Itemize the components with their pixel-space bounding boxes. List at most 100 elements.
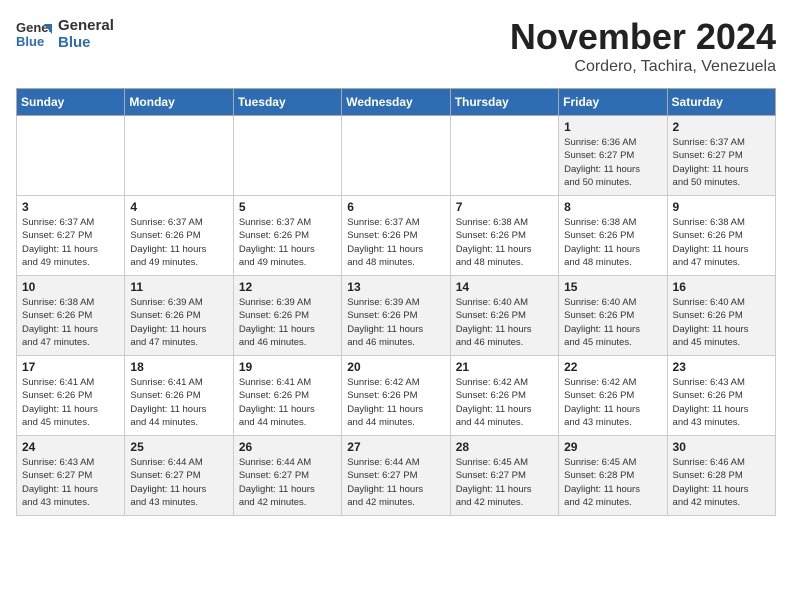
header-monday: Monday <box>125 89 233 116</box>
calendar-cell: 28Sunrise: 6:45 AM Sunset: 6:27 PM Dayli… <box>450 436 558 516</box>
day-number: 21 <box>456 360 553 374</box>
calendar-cell <box>450 116 558 196</box>
calendar-cell <box>125 116 233 196</box>
day-number: 24 <box>22 440 119 454</box>
day-info: Sunrise: 6:39 AM Sunset: 6:26 PM Dayligh… <box>347 296 444 349</box>
calendar-cell: 30Sunrise: 6:46 AM Sunset: 6:28 PM Dayli… <box>667 436 775 516</box>
day-number: 16 <box>673 280 770 294</box>
day-info: Sunrise: 6:42 AM Sunset: 6:26 PM Dayligh… <box>564 376 661 429</box>
logo-icon: General Blue <box>16 16 52 52</box>
day-number: 10 <box>22 280 119 294</box>
day-info: Sunrise: 6:37 AM Sunset: 6:26 PM Dayligh… <box>130 216 227 269</box>
day-info: Sunrise: 6:44 AM Sunset: 6:27 PM Dayligh… <box>347 456 444 509</box>
calendar-cell: 14Sunrise: 6:40 AM Sunset: 6:26 PM Dayli… <box>450 276 558 356</box>
header-row: SundayMondayTuesdayWednesdayThursdayFrid… <box>17 89 776 116</box>
week-row-1: 1 Sunrise: 6:36 AM Sunset: 6:27 PM Daylig… <box>17 116 776 196</box>
calendar-cell: 25 Sunrise: 6:44 AM Sunset: 6:27 PM Dayli… <box>125 436 233 516</box>
calendar-cell: 2 Sunrise: 6:37 AM Sunset: 6:27 PM Daylig… <box>667 116 775 196</box>
day-info: Sunrise: 6:37 AM Sunset: 6:27 PM Dayligh… <box>22 216 119 269</box>
day-info: Sunrise: 6:43 AM Sunset: 6:26 PM Dayligh… <box>673 376 770 429</box>
day-number: 22 <box>564 360 661 374</box>
calendar-cell: 24 Sunrise: 6:43 AM Sunset: 6:27 PM Dayli… <box>17 436 125 516</box>
header-saturday: Saturday <box>667 89 775 116</box>
calendar-cell <box>233 116 341 196</box>
day-number: 9 <box>673 200 770 214</box>
calendar-table: SundayMondayTuesdayWednesdayThursdayFrid… <box>16 88 776 516</box>
logo-blue: Blue <box>58 34 114 51</box>
day-number: 19 <box>239 360 336 374</box>
day-number: 1 <box>564 120 661 134</box>
calendar-cell: 7 Sunrise: 6:38 AM Sunset: 6:26 PM Daylig… <box>450 196 558 276</box>
calendar-cell: 29 Sunrise: 6:45 AM Sunset: 6:28 PM Dayli… <box>559 436 667 516</box>
header-tuesday: Tuesday <box>233 89 341 116</box>
day-number: 11 <box>130 280 227 294</box>
calendar-cell: 22 Sunrise: 6:42 AM Sunset: 6:26 PM Dayli… <box>559 356 667 436</box>
location-subtitle: Cordero, Tachira, Venezuela <box>510 58 776 76</box>
week-row-2: 3 Sunrise: 6:37 AM Sunset: 6:27 PM Daylig… <box>17 196 776 276</box>
calendar-cell: 11Sunrise: 6:39 AM Sunset: 6:26 PM Dayli… <box>125 276 233 356</box>
day-number: 8 <box>564 200 661 214</box>
day-info: Sunrise: 6:36 AM Sunset: 6:27 PM Dayligh… <box>564 136 661 189</box>
day-info: Sunrise: 6:37 AM Sunset: 6:26 PM Dayligh… <box>239 216 336 269</box>
calendar-cell: 27Sunrise: 6:44 AM Sunset: 6:27 PM Dayli… <box>342 436 450 516</box>
day-info: Sunrise: 6:44 AM Sunset: 6:27 PM Dayligh… <box>239 456 336 509</box>
day-number: 23 <box>673 360 770 374</box>
week-row-3: 10 Sunrise: 6:38 AM Sunset: 6:26 PM Dayli… <box>17 276 776 356</box>
svg-text:Blue: Blue <box>16 34 44 49</box>
day-number: 5 <box>239 200 336 214</box>
calendar-cell: 1 Sunrise: 6:36 AM Sunset: 6:27 PM Daylig… <box>559 116 667 196</box>
day-info: Sunrise: 6:44 AM Sunset: 6:27 PM Dayligh… <box>130 456 227 509</box>
day-number: 25 <box>130 440 227 454</box>
calendar-cell: 26 Sunrise: 6:44 AM Sunset: 6:27 PM Dayli… <box>233 436 341 516</box>
calendar-cell: 16 Sunrise: 6:40 AM Sunset: 6:26 PM Dayli… <box>667 276 775 356</box>
day-info: Sunrise: 6:46 AM Sunset: 6:28 PM Dayligh… <box>673 456 770 509</box>
day-number: 29 <box>564 440 661 454</box>
header-wednesday: Wednesday <box>342 89 450 116</box>
header-thursday: Thursday <box>450 89 558 116</box>
day-info: Sunrise: 6:43 AM Sunset: 6:27 PM Dayligh… <box>22 456 119 509</box>
month-title: November 2024 <box>510 16 776 58</box>
day-info: Sunrise: 6:37 AM Sunset: 6:27 PM Dayligh… <box>673 136 770 189</box>
day-info: Sunrise: 6:38 AM Sunset: 6:26 PM Dayligh… <box>22 296 119 349</box>
day-number: 20 <box>347 360 444 374</box>
calendar-cell: 13 Sunrise: 6:39 AM Sunset: 6:26 PM Dayli… <box>342 276 450 356</box>
logo: General Blue General Blue <box>16 16 114 52</box>
day-info: Sunrise: 6:37 AM Sunset: 6:26 PM Dayligh… <box>347 216 444 269</box>
day-info: Sunrise: 6:38 AM Sunset: 6:26 PM Dayligh… <box>673 216 770 269</box>
day-info: Sunrise: 6:45 AM Sunset: 6:28 PM Dayligh… <box>564 456 661 509</box>
day-info: Sunrise: 6:41 AM Sunset: 6:26 PM Dayligh… <box>130 376 227 429</box>
day-info: Sunrise: 6:45 AM Sunset: 6:27 PM Dayligh… <box>456 456 553 509</box>
calendar-cell: 20Sunrise: 6:42 AM Sunset: 6:26 PM Dayli… <box>342 356 450 436</box>
day-info: Sunrise: 6:38 AM Sunset: 6:26 PM Dayligh… <box>564 216 661 269</box>
header-friday: Friday <box>559 89 667 116</box>
day-number: 17 <box>22 360 119 374</box>
day-info: Sunrise: 6:42 AM Sunset: 6:26 PM Dayligh… <box>456 376 553 429</box>
title-block: November 2024 Cordero, Tachira, Venezuel… <box>510 16 776 76</box>
day-number: 2 <box>673 120 770 134</box>
logo-general: General <box>58 17 114 34</box>
calendar-cell: 5 Sunrise: 6:37 AM Sunset: 6:26 PM Daylig… <box>233 196 341 276</box>
day-info: Sunrise: 6:39 AM Sunset: 6:26 PM Dayligh… <box>239 296 336 349</box>
day-number: 18 <box>130 360 227 374</box>
day-number: 7 <box>456 200 553 214</box>
calendar-cell: 12Sunrise: 6:39 AM Sunset: 6:26 PM Dayli… <box>233 276 341 356</box>
day-number: 13 <box>347 280 444 294</box>
calendar-cell: 17 Sunrise: 6:41 AM Sunset: 6:26 PM Dayli… <box>17 356 125 436</box>
day-number: 4 <box>130 200 227 214</box>
calendar-cell <box>342 116 450 196</box>
day-number: 26 <box>239 440 336 454</box>
svg-text:General: General <box>16 20 52 35</box>
calendar-cell: 3 Sunrise: 6:37 AM Sunset: 6:27 PM Daylig… <box>17 196 125 276</box>
day-info: Sunrise: 6:40 AM Sunset: 6:26 PM Dayligh… <box>456 296 553 349</box>
page-header: General Blue General Blue November 2024 … <box>16 16 776 76</box>
day-info: Sunrise: 6:40 AM Sunset: 6:26 PM Dayligh… <box>673 296 770 349</box>
day-info: Sunrise: 6:41 AM Sunset: 6:26 PM Dayligh… <box>22 376 119 429</box>
calendar-cell: 23 Sunrise: 6:43 AM Sunset: 6:26 PM Dayli… <box>667 356 775 436</box>
week-row-5: 24 Sunrise: 6:43 AM Sunset: 6:27 PM Dayli… <box>17 436 776 516</box>
day-number: 3 <box>22 200 119 214</box>
calendar-cell: 10 Sunrise: 6:38 AM Sunset: 6:26 PM Dayli… <box>17 276 125 356</box>
calendar-cell <box>17 116 125 196</box>
calendar-cell: 19Sunrise: 6:41 AM Sunset: 6:26 PM Dayli… <box>233 356 341 436</box>
day-info: Sunrise: 6:38 AM Sunset: 6:26 PM Dayligh… <box>456 216 553 269</box>
calendar-cell: 15Sunrise: 6:40 AM Sunset: 6:26 PM Dayli… <box>559 276 667 356</box>
